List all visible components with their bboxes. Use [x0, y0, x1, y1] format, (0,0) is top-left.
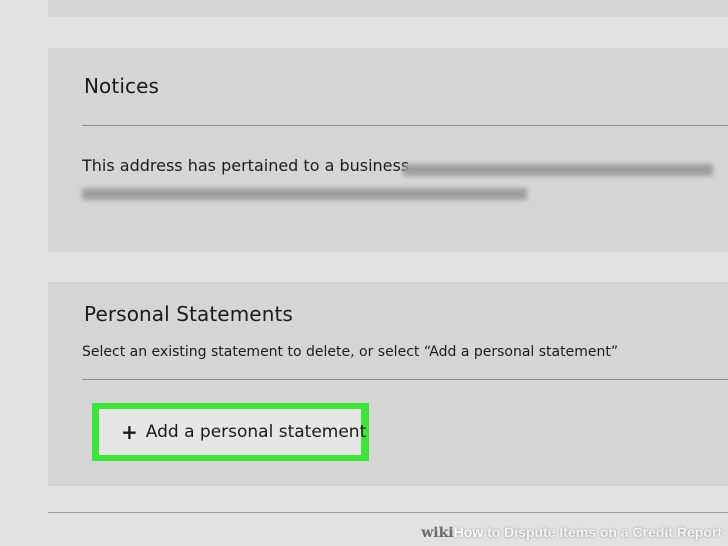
top-panel — [48, 0, 728, 17]
add-personal-statement-label: Add a personal statement — [145, 422, 367, 442]
personal-statements-heading: Personal Statements — [84, 302, 293, 326]
redacted-text — [82, 188, 527, 200]
notice-text: This address has pertained to a business — [82, 156, 410, 175]
redacted-text — [403, 164, 713, 176]
watermark-title: to Dispute Items on a Credit Report — [483, 524, 722, 540]
add-button-highlight: + Add a personal statement — [92, 403, 369, 461]
add-personal-statement-button[interactable]: + Add a personal statement — [99, 409, 366, 455]
notices-panel: Notices This address has pertained to a … — [48, 48, 728, 252]
personal-statements-divider — [82, 379, 728, 380]
watermark-how: How — [453, 524, 484, 540]
personal-statements-instructions: Select an existing statement to delete, … — [82, 344, 619, 360]
bottom-divider — [48, 512, 728, 513]
watermark-brand: wiki — [421, 525, 454, 541]
notices-heading: Notices — [84, 74, 160, 98]
personal-statements-panel: Personal Statements Select an existing s… — [48, 282, 728, 486]
plus-icon: + — [121, 420, 138, 444]
wikihow-watermark: wikiHow to Dispute Items on a Credit Rep… — [421, 524, 722, 541]
notices-divider — [82, 125, 728, 126]
